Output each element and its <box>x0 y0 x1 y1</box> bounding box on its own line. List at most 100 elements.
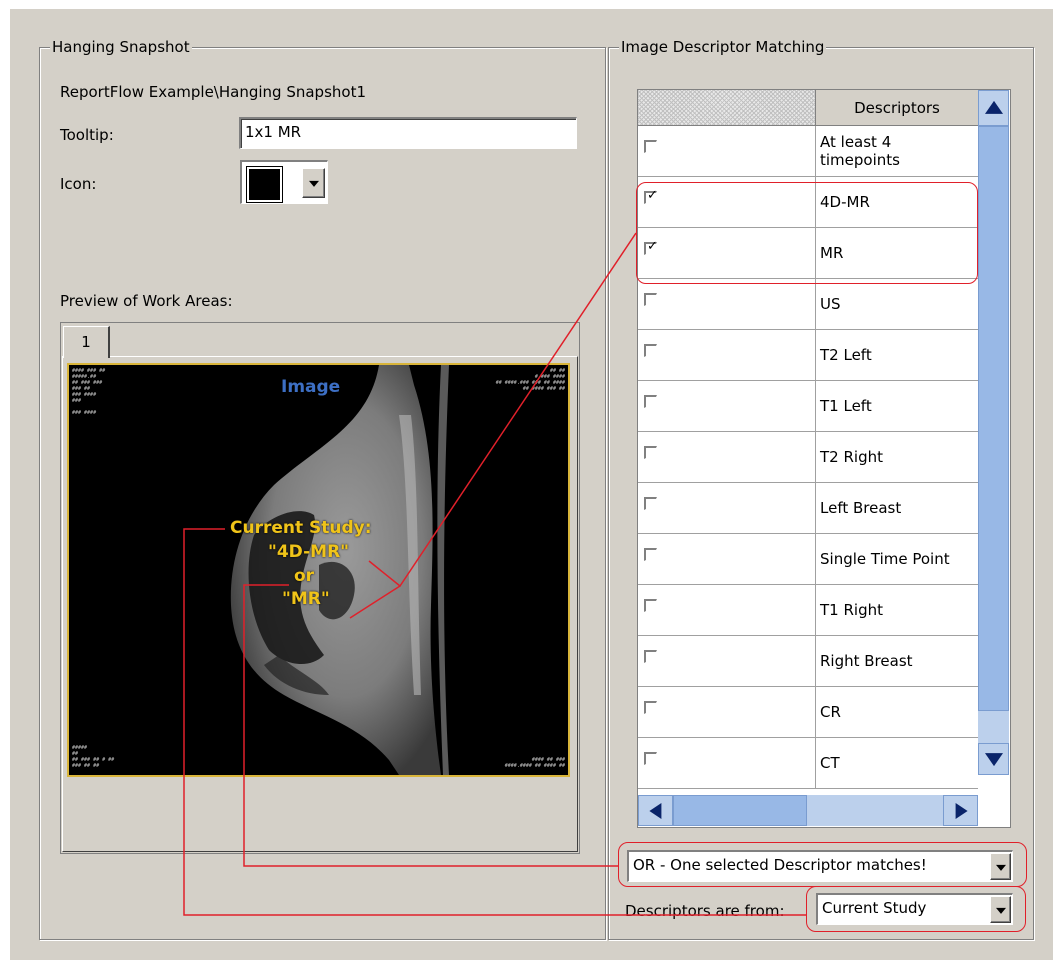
arrow-down-icon <box>984 753 1003 767</box>
image-descriptor-matching-title: Image Descriptor Matching <box>619 38 827 56</box>
checkbox-cell <box>638 585 816 635</box>
checkbox-cell <box>638 381 816 431</box>
row-checkbox[interactable] <box>644 395 657 408</box>
descriptor-label: T1 Right <box>820 601 883 619</box>
descriptor-label: T1 Left <box>820 397 872 415</box>
descriptor-label: CT <box>820 754 840 772</box>
descriptor-label: At least 4 timepoints <box>820 133 900 169</box>
breast-mri-graphic <box>230 365 449 775</box>
overlay-text-top-right: ## ## # ### #### ## ####.### ### ## #### ##… <box>495 368 565 392</box>
table-row[interactable]: ✓ 4D-MR <box>638 177 978 228</box>
table-row[interactable]: ✓ MR <box>638 228 978 279</box>
descriptor-label: Single Time Point <box>820 550 950 568</box>
tab-1[interactable]: 1 <box>63 326 110 358</box>
icon-picker[interactable] <box>240 160 328 204</box>
icon-dropdown-button[interactable] <box>302 168 325 198</box>
scroll-right-button[interactable] <box>943 795 978 826</box>
descriptor-label: T2 Left <box>820 346 872 364</box>
table-row[interactable]: US <box>638 279 978 330</box>
checkbox-cell <box>638 687 816 737</box>
preview-label: Preview of Work Areas: <box>60 292 233 310</box>
horizontal-scrollbar[interactable] <box>638 795 978 826</box>
annotation-line-4: "MR" <box>282 589 330 609</box>
row-checkbox[interactable]: ✓ <box>644 188 658 204</box>
row-checkbox[interactable] <box>644 344 657 357</box>
row-checkbox[interactable] <box>644 752 657 765</box>
chevron-down-icon <box>995 864 1006 871</box>
annotation-line-3: or <box>294 566 315 586</box>
scroll-up-button[interactable] <box>978 90 1009 126</box>
scroll-left-button[interactable] <box>638 795 673 826</box>
checkbox-cell <box>638 126 816 176</box>
row-checkbox[interactable] <box>644 548 657 561</box>
vertical-scrollbar-thumb[interactable] <box>978 126 1009 711</box>
tooltip-value: 1x1 MR <box>245 123 302 141</box>
arrow-right-icon <box>955 802 968 819</box>
row-checkbox[interactable]: ✓ <box>644 239 658 255</box>
checkbox-cell <box>638 279 816 329</box>
checkbox-cell <box>638 738 816 788</box>
row-checkbox[interactable] <box>644 599 657 612</box>
horizontal-scrollbar-thumb[interactable] <box>673 795 807 826</box>
source-label: Descriptors are from: <box>625 902 785 920</box>
table-row[interactable]: T1 Right <box>638 585 978 636</box>
grid-corner-header <box>638 90 816 126</box>
chevron-down-icon <box>308 180 319 187</box>
descriptor-label: US <box>820 295 841 313</box>
descriptor-label: T2 Right <box>820 448 883 466</box>
descriptor-grid[interactable]: Descriptors At least 4 timepoints ✓ 4D-M… <box>637 89 1011 828</box>
row-checkbox[interactable] <box>644 497 657 510</box>
table-row[interactable]: CT <box>638 738 978 789</box>
annotation-line-2: "4D-MR" <box>268 542 350 562</box>
checkbox-cell <box>638 432 816 482</box>
table-row[interactable]: T1 Left <box>638 381 978 432</box>
check-mark-icon: ✓ <box>647 239 658 254</box>
table-row[interactable]: At least 4 timepoints <box>638 126 978 177</box>
overlay-text-bottom-right: #### ## ### ####.#### ## #### ## <box>504 757 565 769</box>
match-mode-dropdown-button[interactable] <box>990 853 1011 880</box>
row-checkbox[interactable] <box>644 650 657 663</box>
source-select[interactable]: Current Study <box>816 893 1013 925</box>
source-dropdown-button[interactable] <box>990 896 1011 923</box>
descriptor-label: 4D-MR <box>820 193 870 211</box>
preview-title: Image <box>281 377 341 397</box>
overlay-text-bottom-left: ##### ## ## ### ## # ## ### ## ## <box>72 745 115 769</box>
overlay-text-top-left: #### ### ## #####.## ## ### ### ### ## ### #… <box>72 368 106 416</box>
chevron-down-icon <box>995 907 1006 914</box>
checkbox-cell <box>638 636 816 686</box>
row-checkbox[interactable] <box>644 701 657 714</box>
table-row[interactable]: T2 Left <box>638 330 978 381</box>
checkbox-cell <box>638 534 816 584</box>
table-row[interactable]: Single Time Point <box>638 534 978 585</box>
descriptor-label: Left Breast <box>820 499 902 517</box>
arrow-up-icon <box>984 100 1003 114</box>
checkbox-cell <box>638 483 816 533</box>
table-row[interactable]: CR <box>638 687 978 738</box>
row-checkbox[interactable] <box>644 446 657 459</box>
table-row[interactable]: Left Breast <box>638 483 978 534</box>
check-mark-icon: ✓ <box>647 188 658 203</box>
snapshot-path: ReportFlow Example\Hanging Snapshot1 <box>60 83 366 101</box>
table-row[interactable]: T2 Right <box>638 432 978 483</box>
checkbox-cell: ✓ <box>638 177 816 227</box>
hanging-snapshot-title: Hanging Snapshot <box>50 38 192 56</box>
arrow-left-icon <box>648 802 661 819</box>
row-checkbox[interactable] <box>644 293 657 306</box>
tab-1-label: 1 <box>81 333 91 351</box>
annotation-line-1: Current Study: <box>230 518 372 538</box>
descriptor-label: CR <box>820 703 841 721</box>
icon-swatch <box>247 167 282 202</box>
vertical-scrollbar[interactable] <box>978 90 1009 775</box>
scrollbar-corner <box>978 775 1009 826</box>
tooltip-input[interactable]: 1x1 MR <box>239 117 577 149</box>
row-checkbox[interactable] <box>644 140 657 153</box>
descriptor-label: Right Breast <box>820 652 913 670</box>
checkbox-cell: ✓ <box>638 228 816 278</box>
scroll-down-button[interactable] <box>978 743 1009 775</box>
checkbox-cell <box>638 330 816 380</box>
tooltip-label: Tooltip: <box>60 126 114 144</box>
descriptors-column-header[interactable]: Descriptors <box>816 90 978 126</box>
icon-label: Icon: <box>60 175 97 193</box>
match-mode-select[interactable]: OR - One selected Descriptor matches! <box>627 850 1013 882</box>
table-row[interactable]: Right Breast <box>638 636 978 687</box>
